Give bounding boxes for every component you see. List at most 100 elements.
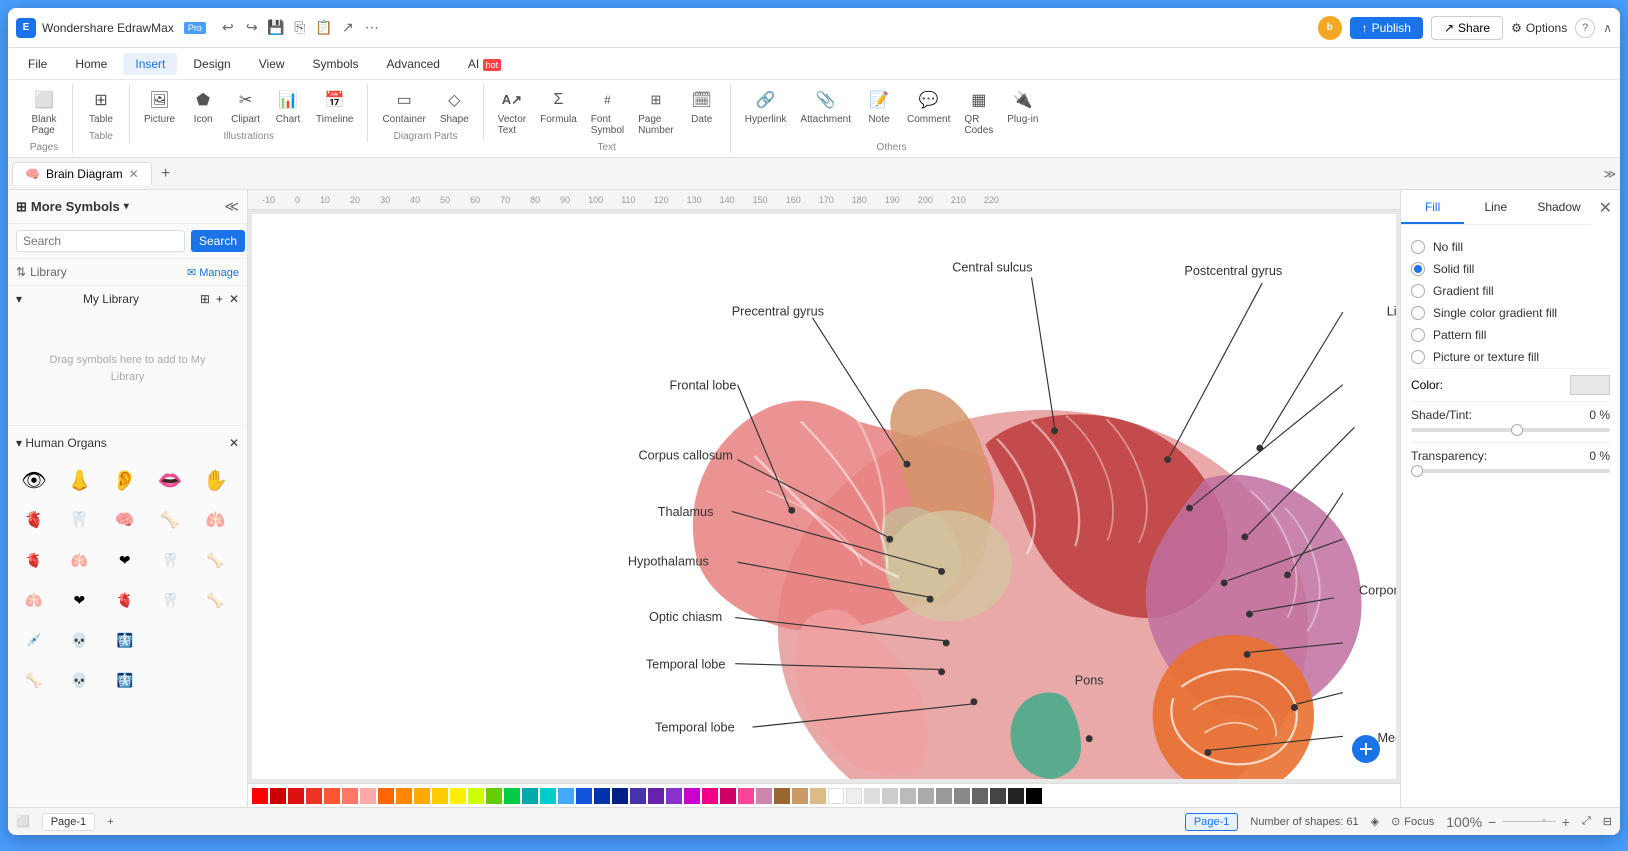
picture-button[interactable]: 🖼 Picture bbox=[138, 84, 181, 129]
symbol-body4[interactable]: 🦴 bbox=[152, 502, 188, 538]
color-swatch-lime[interactable] bbox=[468, 788, 484, 804]
color-swatch-gray40[interactable] bbox=[936, 788, 952, 804]
save-button[interactable]: 💾 bbox=[266, 18, 286, 38]
transparency-thumb[interactable] bbox=[1411, 465, 1423, 477]
menu-ai[interactable]: AI hot bbox=[456, 53, 513, 75]
shade-thumb[interactable] bbox=[1511, 424, 1523, 436]
color-swatch-teal[interactable] bbox=[522, 788, 538, 804]
container-button[interactable]: ▭ Container bbox=[376, 84, 431, 129]
color-swatch-hotpink[interactable] bbox=[702, 788, 718, 804]
symbol-body5[interactable]: 🫁 bbox=[198, 502, 234, 538]
color-swatch-gray30[interactable] bbox=[954, 788, 970, 804]
more-button[interactable]: ⋯ bbox=[362, 18, 382, 38]
symbol-inst1[interactable]: 💉 bbox=[16, 622, 52, 658]
menu-insert[interactable]: Insert bbox=[123, 53, 177, 75]
color-swatch-white[interactable] bbox=[828, 788, 844, 804]
symbol-organ10[interactable]: 🦴 bbox=[198, 582, 234, 618]
color-swatch-red[interactable] bbox=[252, 788, 268, 804]
note-button[interactable]: 📝 Note bbox=[859, 84, 899, 140]
fill-option-solid[interactable]: Solid fill bbox=[1411, 258, 1610, 280]
attachment-button[interactable]: 📎 Attachment bbox=[794, 84, 857, 140]
formula-button[interactable]: Σ Formula bbox=[534, 84, 583, 140]
symbol-body3[interactable]: 🧠 bbox=[107, 502, 143, 538]
color-swatch-lightblue[interactable] bbox=[558, 788, 574, 804]
symbol-organ6[interactable]: 🫁 bbox=[16, 582, 52, 618]
tab-brain-diagram[interactable]: 🧠 Brain Diagram ✕ bbox=[12, 162, 152, 185]
symbol-organ5[interactable]: 🦴 bbox=[198, 542, 234, 578]
zoom-slider[interactable]: ————•— bbox=[1502, 816, 1556, 827]
blank-page-button[interactable]: ⬜ BlankPage bbox=[24, 84, 64, 140]
symbol-body1[interactable]: 🫀 bbox=[16, 502, 52, 538]
color-picker-swatch[interactable] bbox=[1570, 375, 1610, 395]
timeline-button[interactable]: 📅 Timeline bbox=[310, 84, 359, 129]
menu-view[interactable]: View bbox=[247, 53, 297, 75]
my-library-header[interactable]: ▾ My Library ⊞ + ✕ bbox=[8, 286, 247, 312]
share-button[interactable]: ↗ Share bbox=[1431, 16, 1503, 40]
paste-button[interactable]: 📋 bbox=[314, 18, 334, 38]
color-swatch-darkblue[interactable] bbox=[594, 788, 610, 804]
my-library-close-icon[interactable]: ✕ bbox=[229, 292, 239, 306]
tab-fill[interactable]: Fill bbox=[1401, 192, 1464, 224]
fill-option-gradient[interactable]: Gradient fill bbox=[1411, 280, 1610, 302]
sidebar-collapse-button[interactable]: ≪ bbox=[224, 198, 239, 215]
symbol-skull2[interactable]: 🩻 bbox=[107, 622, 143, 658]
my-library-add-icon[interactable]: + bbox=[216, 292, 223, 306]
symbol-organ1[interactable]: 🫀 bbox=[16, 542, 52, 578]
zoom-in-button[interactable]: + bbox=[1562, 814, 1570, 830]
help-button[interactable]: ? bbox=[1575, 18, 1595, 38]
fill-option-texture[interactable]: Picture or texture fill bbox=[1411, 346, 1610, 368]
color-swatch-purple[interactable] bbox=[648, 788, 664, 804]
color-swatch-mauve[interactable] bbox=[756, 788, 772, 804]
color-swatch-orange[interactable] bbox=[378, 788, 394, 804]
layer-icon[interactable]: ◈ bbox=[1371, 815, 1379, 828]
expand-button[interactable]: ⤢ bbox=[1582, 815, 1591, 828]
my-library-grid-icon[interactable]: ⊞ bbox=[200, 292, 210, 306]
color-swatch-gray20[interactable] bbox=[972, 788, 988, 804]
color-swatch-indigo[interactable] bbox=[630, 788, 646, 804]
color-swatch-violet[interactable] bbox=[666, 788, 682, 804]
symbol-ear[interactable]: 👂 bbox=[107, 462, 143, 498]
plugin-button[interactable]: 🔌 Plug-in bbox=[1001, 84, 1044, 140]
undo-button[interactable]: ↩ bbox=[218, 18, 238, 38]
color-swatch-gray50[interactable] bbox=[918, 788, 934, 804]
chart-button[interactable]: 📊 Chart bbox=[268, 84, 308, 129]
close-panel-button[interactable]: ✕ bbox=[1591, 190, 1620, 226]
menu-design[interactable]: Design bbox=[181, 53, 242, 75]
icon-button[interactable]: ⬟ Icon bbox=[183, 84, 223, 129]
color-swatch-pink[interactable] bbox=[342, 788, 358, 804]
fill-option-pattern[interactable]: Pattern fill bbox=[1411, 324, 1610, 346]
color-swatch-gray10[interactable] bbox=[990, 788, 1006, 804]
color-swatch-darkred[interactable] bbox=[270, 788, 286, 804]
tab-expand-button[interactable]: ≫ bbox=[1603, 167, 1616, 181]
symbol-mouth[interactable]: 👄 bbox=[152, 462, 188, 498]
symbol-organ9[interactable]: 🦷 bbox=[152, 582, 188, 618]
color-swatch-darkorange[interactable] bbox=[396, 788, 412, 804]
options-button[interactable]: ⚙ Options bbox=[1511, 21, 1567, 35]
redo-button[interactable]: ↪ bbox=[242, 18, 262, 38]
symbol-eye[interactable]: 👁 bbox=[16, 462, 52, 498]
focus-button[interactable]: ⊙ Focus bbox=[1391, 815, 1434, 828]
menu-home[interactable]: Home bbox=[63, 53, 119, 75]
symbol-organ7[interactable]: ❤ bbox=[61, 582, 97, 618]
color-swatch-gold[interactable] bbox=[450, 788, 466, 804]
qr-codes-button[interactable]: ▦ QRCodes bbox=[958, 84, 999, 140]
search-input[interactable] bbox=[16, 230, 185, 252]
symbol-organ8[interactable]: 🫀 bbox=[107, 582, 143, 618]
color-swatch-gray70[interactable] bbox=[882, 788, 898, 804]
color-swatch-black[interactable] bbox=[1026, 788, 1042, 804]
navigate-button[interactable] bbox=[1352, 735, 1380, 763]
color-swatch-amber[interactable] bbox=[414, 788, 430, 804]
symbol-organ2[interactable]: 🫁 bbox=[61, 542, 97, 578]
color-swatch-gray60[interactable] bbox=[900, 788, 916, 804]
share-icon-button[interactable]: ↗ bbox=[338, 18, 358, 38]
clipart-button[interactable]: ✂ Clipart bbox=[225, 84, 266, 129]
fill-option-none[interactable]: No fill bbox=[1411, 236, 1610, 258]
hyperlink-button[interactable]: 🔗 Hyperlink bbox=[739, 84, 793, 140]
color-swatch-rose[interactable] bbox=[738, 788, 754, 804]
color-swatch-cyan[interactable] bbox=[540, 788, 556, 804]
color-swatch-lightpink[interactable] bbox=[360, 788, 376, 804]
shade-slider[interactable] bbox=[1411, 428, 1610, 432]
tab-line[interactable]: Line bbox=[1464, 192, 1527, 224]
add-tab-button[interactable]: + bbox=[154, 162, 178, 186]
color-swatch-magenta[interactable] bbox=[684, 788, 700, 804]
